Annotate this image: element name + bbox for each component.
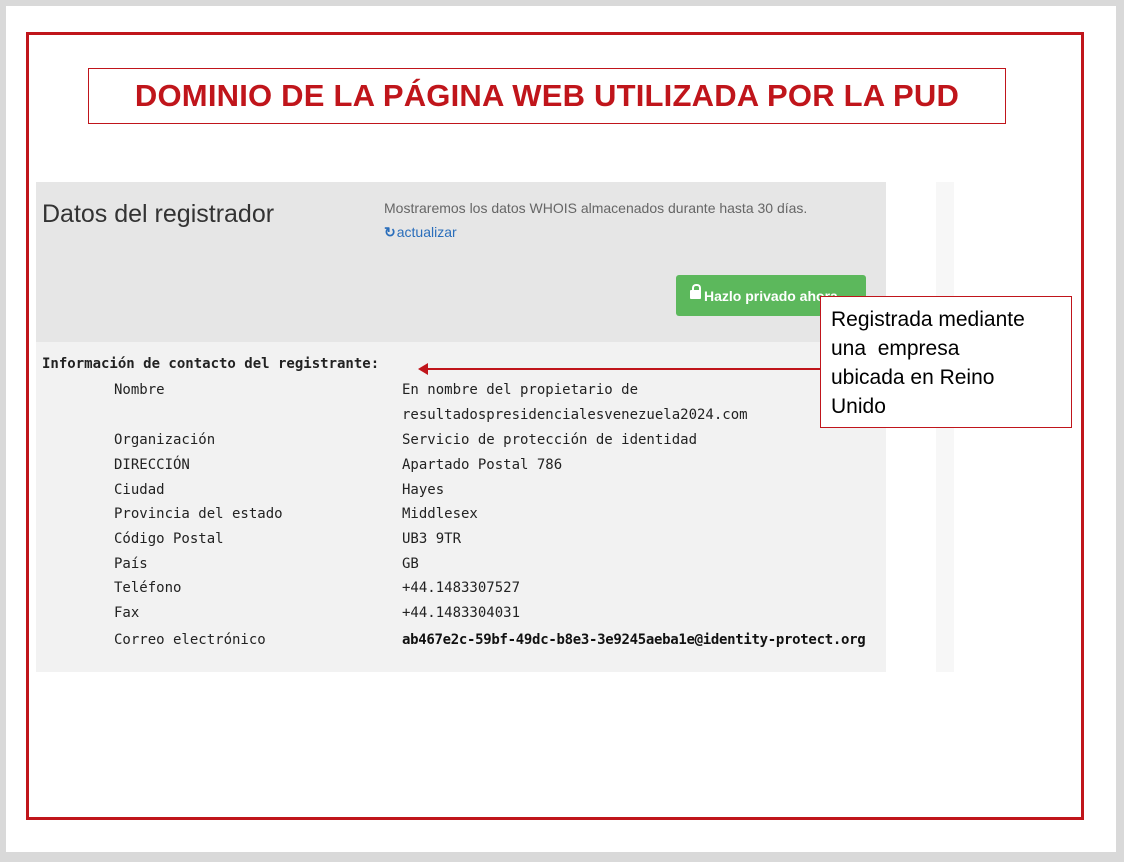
callout-line: ubicada en Reino [831, 366, 995, 389]
slide-title: DOMINIO DE LA PÁGINA WEB UTILIZADA POR L… [88, 68, 1006, 124]
contact-row-value: +44.1483307527 [402, 580, 521, 596]
contact-row-value: En nombre del propietario de [402, 382, 639, 398]
contact-row-value: +44.1483304031 [402, 605, 521, 621]
refresh-link[interactable]: ↻actualizar [384, 224, 457, 241]
contact-row-value: Hayes [402, 482, 445, 498]
refresh-icon: ↻ [384, 224, 396, 240]
contact-row-value: GB [402, 556, 419, 572]
contact-row-label: Nombre [114, 382, 165, 398]
contact-row-label: País [114, 556, 148, 572]
contact-row-label: Provincia del estado [114, 506, 283, 522]
lock-icon [690, 284, 701, 299]
whois-header: Datos del registrador Mostraremos los da… [36, 182, 886, 342]
slide: DOMINIO DE LA PÁGINA WEB UTILIZADA POR L… [6, 6, 1116, 852]
refresh-label: actualizar [396, 224, 457, 240]
contact-row-label: Fax [114, 605, 140, 621]
make-private-label: Hazlo privado ahora [704, 287, 838, 304]
contact-row-label: Correo electrónico [114, 632, 266, 648]
contact-row-label: DIRECCIÓN [114, 457, 190, 473]
contact-row-value: UB3 9TR [402, 531, 462, 547]
whois-note: Mostraremos los datos WHOIS almacenados … [384, 200, 808, 216]
callout-line: Registrada mediante [831, 308, 1025, 331]
contact-row-label: Organización [114, 432, 216, 448]
callout-line: una empresa [831, 337, 960, 360]
whois-screenshot: Datos del registrador Mostraremos los da… [36, 182, 886, 672]
arrow-line [426, 368, 822, 370]
contact-row-value: Middlesex [402, 506, 478, 522]
contact-row-label: Código Postal [114, 531, 224, 547]
contact-section-label: Información de contacto del registrante: [42, 356, 380, 372]
contact-email-value: ab467e2c-59bf-49dc-b8e3-3e9245aeba1e@ide… [402, 632, 866, 648]
callout-box: Registrada mediante una empresa ubicada … [820, 296, 1072, 428]
contact-row-value: Servicio de protección de identidad [402, 432, 698, 448]
registrar-heading: Datos del registrador [42, 200, 275, 228]
callout-line: Unido [831, 395, 886, 418]
contact-row-value: Apartado Postal 786 [402, 457, 563, 473]
contact-row-label: Ciudad [114, 482, 165, 498]
contact-row-value-2: resultadospresidencialesvenezuela2024.co… [402, 407, 748, 423]
contact-row-label: Teléfono [114, 580, 182, 596]
